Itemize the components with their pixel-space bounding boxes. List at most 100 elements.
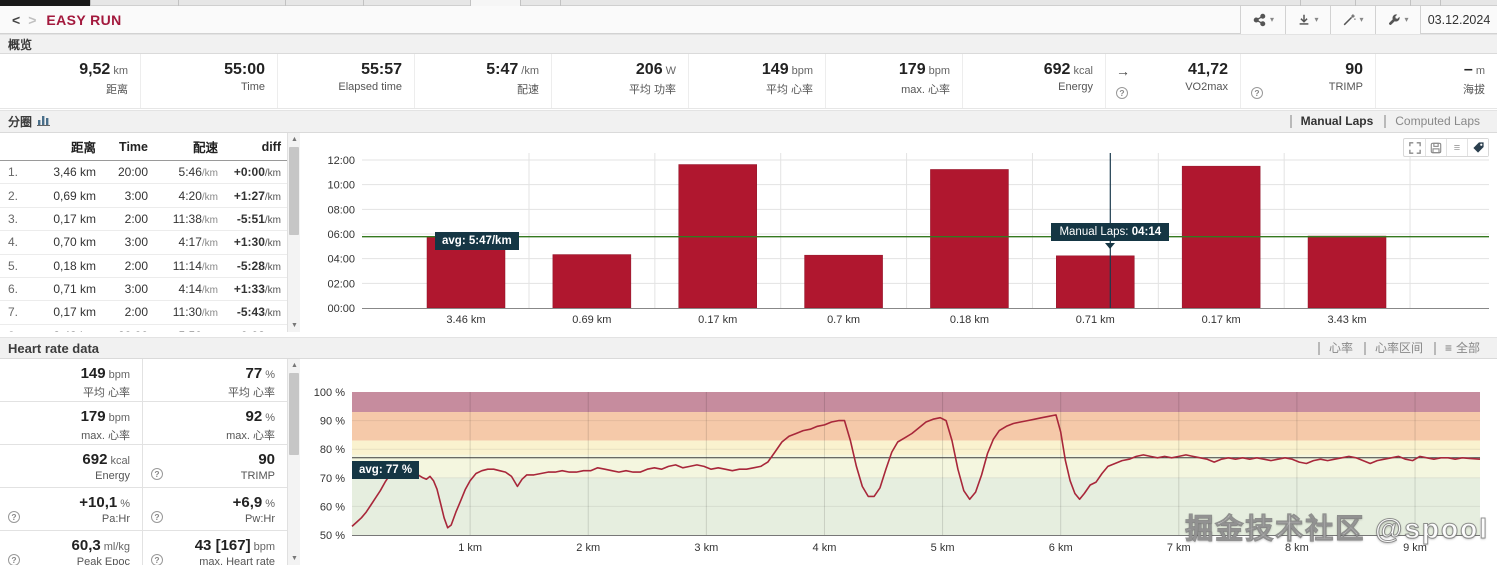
avg-tooltip: avg: 77 %: [352, 461, 419, 479]
stat-max-hr: 179bpmmax. 心率: [825, 54, 962, 108]
svg-text:08:00: 08:00: [327, 204, 355, 216]
lap-pace: 11:14/km: [154, 254, 224, 277]
chevron-down-icon: ▾: [1270, 15, 1274, 24]
stat-value: 90: [1345, 61, 1363, 78]
stat-vo2max: 41,72VO2max→?: [1105, 54, 1240, 108]
table-row: 1.3,46 km20:005:46/km+0:00/km: [0, 161, 287, 184]
lap-time: 3:00: [102, 277, 154, 300]
table-header-row: 距离Time配速diff: [0, 133, 287, 161]
heart-tab-心率区间[interactable]: 心率区间: [1364, 342, 1432, 355]
svg-text:3.43 km: 3.43 km: [1327, 314, 1366, 326]
column-header: 距离: [26, 133, 102, 161]
wand-icon: [1342, 13, 1356, 27]
heart-tab-心率[interactable]: 心率: [1318, 342, 1362, 355]
tab-label: 心率: [1329, 342, 1353, 355]
lap-pace-chart[interactable]: ≡ 00:0002:0004:0006:0008:0010:0012:003.4…: [300, 133, 1497, 332]
svg-text:0.17 km: 0.17 km: [698, 314, 737, 326]
stat-label: 平均 心率: [147, 384, 275, 400]
stat-value: 77: [246, 365, 263, 382]
share-button[interactable]: ▾: [1241, 6, 1286, 34]
help-icon[interactable]: ?: [1251, 87, 1263, 99]
lap-time: 20:00: [102, 161, 154, 184]
stat-value: 60,3: [72, 537, 101, 554]
svg-text:0.7 km: 0.7 km: [827, 314, 860, 326]
tag-icon[interactable]: [1467, 139, 1488, 156]
help-icon[interactable]: ?: [8, 511, 20, 523]
stat-unit: %: [120, 498, 130, 510]
wrench-button[interactable]: ▾: [1376, 6, 1421, 34]
stat-time: 55:00Time: [140, 54, 277, 108]
lap-pace: 11:38/km: [154, 207, 224, 230]
svg-text:2 km: 2 km: [576, 542, 600, 554]
lap-diff: -0:03/km: [224, 324, 287, 332]
svg-text:3 km: 3 km: [694, 542, 718, 554]
laps-section-bar: 分圈 Manual LapsComputed Laps: [0, 110, 1497, 133]
stat-label: max. 心率: [4, 427, 130, 443]
save-icon[interactable]: [1425, 139, 1446, 156]
heart-section-label: Heart rate data: [8, 341, 99, 356]
svg-text:60 %: 60 %: [320, 501, 345, 513]
help-icon[interactable]: ?: [151, 468, 163, 480]
svg-text:06:00: 06:00: [327, 229, 355, 241]
stat-label: Time: [145, 81, 265, 93]
tab-label: Manual Laps: [1301, 115, 1374, 128]
table-row: 4.0,70 km3:004:17/km+1:30/km: [0, 231, 287, 254]
forward-chevron-icon[interactable]: >: [24, 12, 40, 28]
table-row: 5.0,18 km2:0011:14/km-5:28/km: [0, 254, 287, 277]
stat-unit: W: [666, 65, 676, 77]
heart-tab-全部[interactable]: ≡全部: [1434, 342, 1489, 355]
lap-time: 20:00: [102, 324, 154, 332]
wand-button[interactable]: ▾: [1331, 6, 1376, 34]
svg-text:0.17 km: 0.17 km: [1202, 314, 1241, 326]
overview-stats-row: 9,52km距离55:00Time55:57Elapsed time5:47/k…: [0, 54, 1497, 109]
lap-pace: 5:50/km: [154, 324, 224, 332]
stat-unit: km: [113, 65, 128, 77]
lap-time: 2:00: [102, 254, 154, 277]
scrollbar-thumb[interactable]: [289, 147, 299, 235]
stat-value: 43 [167]: [195, 537, 251, 554]
back-chevron-icon[interactable]: <: [8, 12, 24, 28]
stat-unit: kcal: [1073, 65, 1093, 77]
heart-tabs: 心率心率区间≡全部: [1316, 342, 1489, 355]
lap-pace: 5:46/km: [154, 161, 224, 184]
help-icon[interactable]: ?: [8, 554, 20, 565]
help-icon[interactable]: ?: [151, 511, 163, 523]
stat-altitude: –m海拔: [1375, 54, 1497, 108]
svg-text:6 km: 6 km: [1049, 542, 1073, 554]
heart-stats-panel: 149bpm平均 心率77%平均 心率179bpmmax. 心率92%max. …: [0, 359, 287, 565]
svg-text:10:00: 10:00: [327, 180, 355, 192]
lap-diff: -5:28/km: [224, 254, 287, 277]
lap-index: 6.: [0, 277, 26, 300]
cursor-tooltip: Manual Laps: 04:14: [1051, 223, 1169, 241]
stat-value: 5:47: [486, 61, 518, 78]
tab-label: Computed Laps: [1395, 115, 1480, 128]
stat-value: 55:57: [361, 61, 402, 78]
stat-pace: 5:47/km配速: [414, 54, 551, 108]
heart-rate-chart[interactable]: 50 %60 %70 %80 %90 %100 %1 km2 km3 km4 k…: [300, 359, 1497, 565]
lap-pace: 11:30/km: [154, 301, 224, 324]
stat-label: 距离: [4, 81, 128, 97]
laps-tab-manual-laps[interactable]: Manual Laps: [1290, 115, 1383, 128]
lap-index: 2.: [0, 184, 26, 207]
laps-tab-computed-laps[interactable]: Computed Laps: [1384, 115, 1489, 128]
expand-icon[interactable]: [1404, 139, 1425, 156]
table-row: 8.3,43 km20:005:50/km-0:03/km: [0, 324, 287, 332]
stat-value: 41,72: [1188, 61, 1228, 78]
stat-label: max. 心率: [830, 81, 950, 97]
heart-scrollbar[interactable]: ▲ ▼: [287, 359, 300, 565]
column-header: 配速: [154, 133, 224, 161]
list-icon[interactable]: ≡: [1446, 139, 1467, 156]
help-icon[interactable]: ?: [151, 554, 163, 565]
stat-unit: bpm: [792, 65, 813, 77]
laps-tabs: Manual Laps Computed Laps: [1288, 115, 1489, 128]
activity-date[interactable]: 03.12.2024: [1421, 13, 1497, 27]
download-button[interactable]: ▾: [1286, 6, 1331, 34]
lap-diff: +1:30/km: [224, 231, 287, 254]
chevron-down-icon: ▾: [1359, 15, 1363, 24]
svg-text:4 km: 4 km: [813, 542, 837, 554]
hr-stat-avg-hr-pct: 77%平均 心率: [143, 359, 287, 402]
help-icon[interactable]: ?: [1116, 87, 1128, 99]
table-row: 2.0,69 km3:004:20/km+1:27/km: [0, 184, 287, 207]
laps-scrollbar[interactable]: ▲ ▼: [287, 133, 300, 332]
scrollbar-thumb[interactable]: [289, 373, 299, 455]
